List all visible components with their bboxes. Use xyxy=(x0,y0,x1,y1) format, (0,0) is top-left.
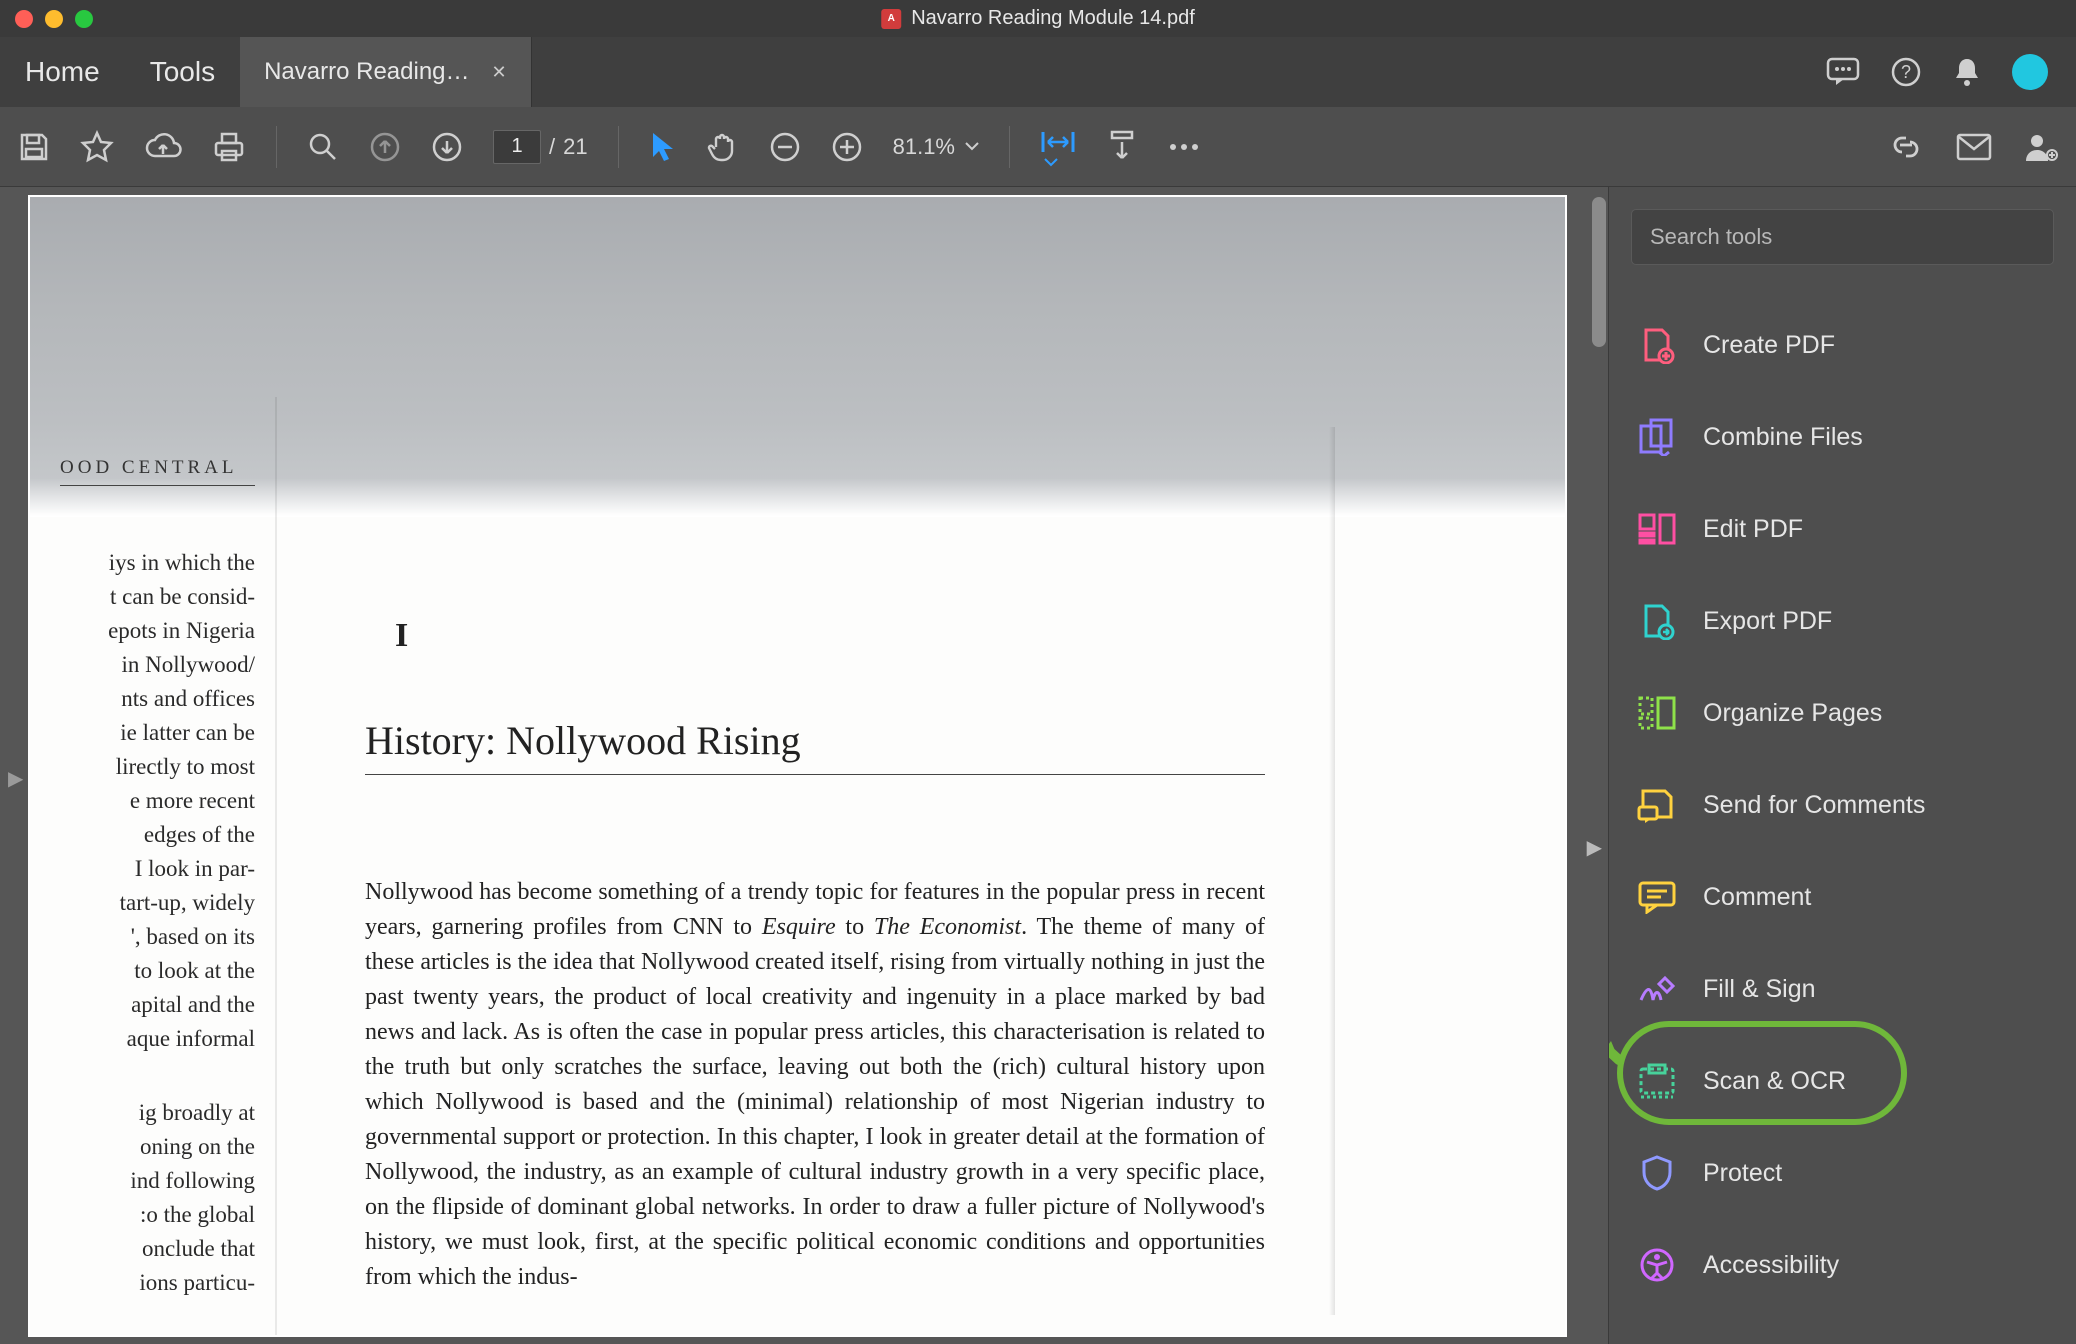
window-title-text: Navarro Reading Module 14.pdf xyxy=(911,7,1195,30)
zoom-level[interactable]: 81.1% xyxy=(893,134,979,160)
export-pdf-icon xyxy=(1637,601,1677,641)
tools-panel: Search tools Create PDF Combine Files Edit… xyxy=(1608,187,2076,1344)
document-tab-label: Navarro Reading… xyxy=(264,58,469,86)
scroll-mode-icon[interactable] xyxy=(1106,130,1138,164)
left-panel-toggle[interactable]: ▶ xyxy=(8,766,23,791)
page-up-icon[interactable] xyxy=(369,131,401,163)
tool-scan-ocr[interactable]: Scan & OCR xyxy=(1631,1035,2054,1127)
selection-tool-icon[interactable] xyxy=(649,131,677,163)
tool-label: Combine Files xyxy=(1703,423,1863,452)
running-head: OOD CENTRAL xyxy=(60,457,255,486)
help-icon[interactable]: ? xyxy=(1890,56,1922,88)
tool-label: Edit PDF xyxy=(1703,515,1803,544)
chapter-number: I xyxy=(395,617,1265,655)
tool-accessibility[interactable]: Accessibility xyxy=(1631,1219,2054,1311)
more-icon[interactable] xyxy=(1168,142,1200,152)
right-panel-toggle[interactable]: ▶ xyxy=(1587,835,1602,860)
edit-pdf-icon xyxy=(1637,509,1677,549)
minimize-window-button[interactable] xyxy=(45,10,63,28)
page-down-icon[interactable] xyxy=(431,131,463,163)
tool-label: Export PDF xyxy=(1703,607,1832,636)
tool-label: Accessibility xyxy=(1703,1251,1839,1280)
tool-label: Create PDF xyxy=(1703,331,1835,360)
tool-combine-files[interactable]: Combine Files xyxy=(1631,391,2054,483)
combine-files-icon xyxy=(1637,417,1677,457)
tools-button[interactable]: Tools xyxy=(125,37,240,107)
tool-label: Send for Comments xyxy=(1703,791,1925,820)
page-canvas: OOD CENTRAL iys in which the t can be co… xyxy=(30,197,1565,1335)
create-pdf-icon xyxy=(1637,325,1677,365)
left-page-fragment: iys in which the t can be consid- epots … xyxy=(60,546,255,1300)
search-placeholder: Search tools xyxy=(1650,224,1772,250)
tool-export-pdf[interactable]: Export PDF xyxy=(1631,575,2054,667)
fit-width-icon[interactable] xyxy=(1040,126,1076,168)
cloud-upload-icon[interactable] xyxy=(144,132,182,162)
tool-create-pdf[interactable]: Create PDF xyxy=(1631,299,2054,391)
document-viewer[interactable]: ▶ OOD CENTRAL iys in which the t can be … xyxy=(0,187,1608,1344)
tool-label: Scan & OCR xyxy=(1703,1067,1846,1096)
chevron-down-icon xyxy=(965,142,979,152)
send-comments-icon xyxy=(1637,785,1677,825)
zoom-value: 81.1% xyxy=(893,134,955,160)
traffic-lights xyxy=(15,10,93,28)
tool-label: Protect xyxy=(1703,1159,1782,1188)
page-counter: / 21 xyxy=(493,130,588,164)
tool-organize-pages[interactable]: Organize Pages xyxy=(1631,667,2054,759)
pdf-file-icon: A xyxy=(881,9,901,29)
tool-comment[interactable]: Comment xyxy=(1631,851,2054,943)
tool-label: Comment xyxy=(1703,883,1811,912)
body-paragraph: Nollywood has become something of a tren… xyxy=(365,875,1265,1295)
save-icon[interactable] xyxy=(18,131,50,163)
document-tab[interactable]: Navarro Reading… ✕ xyxy=(240,37,532,107)
print-icon[interactable] xyxy=(212,131,246,163)
page-total: 21 xyxy=(563,134,587,160)
main-toolbar: / 21 81.1% xyxy=(0,107,2076,187)
tool-edit-pdf[interactable]: Edit PDF xyxy=(1631,483,2054,575)
find-icon[interactable] xyxy=(307,131,339,163)
share-link-icon[interactable] xyxy=(1888,132,1924,162)
organize-pages-icon xyxy=(1637,693,1677,733)
home-button[interactable]: Home xyxy=(0,37,125,107)
tab-bar: Home Tools Navarro Reading… ✕ ? xyxy=(0,37,2076,107)
page-number-input[interactable] xyxy=(493,130,541,164)
chapter-title: History: Nollywood Rising xyxy=(365,717,1265,775)
scan-ocr-icon xyxy=(1637,1061,1677,1101)
pan-hand-icon[interactable] xyxy=(707,131,739,163)
chevron-down-icon xyxy=(1044,158,1058,168)
tool-label: Organize Pages xyxy=(1703,699,1882,728)
account-avatar[interactable] xyxy=(2012,54,2048,90)
tool-fill-sign[interactable]: Fill & Sign xyxy=(1631,943,2054,1035)
share-people-icon[interactable] xyxy=(2024,131,2058,163)
window-title: A Navarro Reading Module 14.pdf xyxy=(881,7,1195,30)
protect-icon xyxy=(1637,1153,1677,1193)
comment-icon xyxy=(1637,877,1677,917)
tool-label: Fill & Sign xyxy=(1703,975,1816,1004)
tool-protect[interactable]: Protect xyxy=(1631,1127,2054,1219)
star-icon[interactable] xyxy=(80,130,114,164)
email-icon[interactable] xyxy=(1956,133,1992,161)
speech-bubble-icon[interactable] xyxy=(1826,57,1860,87)
page-sep: / xyxy=(549,134,555,160)
close-window-button[interactable] xyxy=(15,10,33,28)
search-tools-input[interactable]: Search tools xyxy=(1631,209,2054,265)
notifications-bell-icon[interactable] xyxy=(1952,56,1982,88)
svg-text:?: ? xyxy=(1901,62,1911,82)
zoom-out-icon[interactable] xyxy=(769,131,801,163)
fullscreen-window-button[interactable] xyxy=(75,10,93,28)
tool-send-for-comments[interactable]: Send for Comments xyxy=(1631,759,2054,851)
zoom-in-icon[interactable] xyxy=(831,131,863,163)
accessibility-icon xyxy=(1637,1245,1677,1285)
close-tab-button[interactable]: ✕ xyxy=(492,62,507,83)
vertical-scrollbar[interactable] xyxy=(1592,197,1606,347)
window-titlebar: A Navarro Reading Module 14.pdf xyxy=(0,0,2076,37)
fill-sign-icon xyxy=(1637,969,1677,1009)
